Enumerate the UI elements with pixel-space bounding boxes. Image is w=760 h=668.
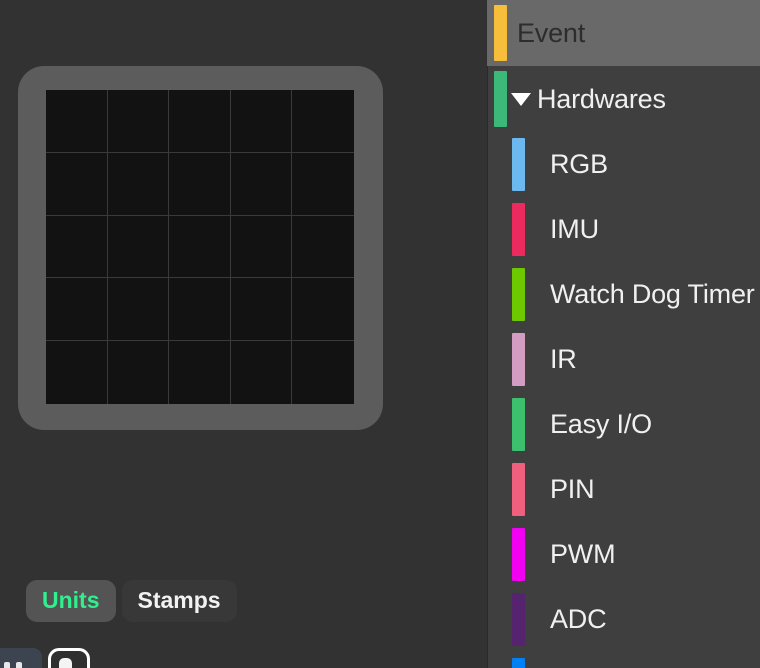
component-tree-list: Event Hardwares RGB IMU Watch Dog Timer IR Eas…: [487, 0, 760, 668]
unit-grid-cell[interactable]: [46, 341, 108, 404]
unit-grid[interactable]: [46, 90, 354, 404]
unit-grid-cell[interactable]: [292, 90, 354, 153]
unit-grid-cell[interactable]: [230, 90, 293, 153]
tree-item-label: Easy I/O: [550, 409, 652, 439]
unit-grid-cell[interactable]: [230, 278, 293, 342]
unit-grid-cell[interactable]: [230, 215, 293, 279]
tree-item-event[interactable]: Event: [487, 0, 760, 66]
tree-item-label: ADC: [550, 604, 607, 634]
tree-item-color-swatch: [512, 463, 525, 516]
tree-item-color-swatch: [512, 203, 525, 256]
tree-item-label: IR: [550, 344, 577, 374]
tree-item-label: Event: [517, 17, 586, 48]
toggle-switch-knob: [59, 658, 72, 668]
tree-item-imu[interactable]: IMU: [487, 197, 760, 262]
unit-grid-cell[interactable]: [46, 278, 108, 342]
unit-grid-cell[interactable]: [292, 341, 354, 404]
tab-stamps[interactable]: Stamps: [121, 580, 237, 622]
tree-item-ir[interactable]: IR: [487, 327, 760, 392]
tree-item-color-swatch: [512, 528, 525, 581]
toggle-switch-icon[interactable]: [48, 648, 90, 668]
unit-grid-cell[interactable]: [292, 278, 354, 342]
app-root: Units Stamps Event Hardwares RGB IMU Watch Do…: [0, 0, 760, 668]
tree-item-watch-dog-timer[interactable]: Watch Dog Timer: [487, 262, 760, 327]
unit-grid-cell[interactable]: [169, 152, 231, 216]
unit-grid-cell[interactable]: [46, 90, 108, 153]
unit-grid-cell[interactable]: [230, 152, 293, 216]
unit-grid-cell[interactable]: [107, 278, 170, 342]
tree-item-label: IMU: [550, 214, 599, 244]
tab-units[interactable]: Units: [26, 580, 116, 622]
tree-item-partial[interactable]: [487, 652, 760, 668]
left-panel: Units Stamps: [0, 0, 487, 668]
unit-grid-frame: [18, 66, 383, 430]
unit-grid-cell[interactable]: [169, 215, 231, 279]
tree-item-color-swatch: [512, 398, 525, 451]
chevron-down-icon[interactable]: [511, 92, 531, 106]
unit-grid-cell[interactable]: [169, 278, 231, 342]
unit-grid-cell[interactable]: [230, 341, 293, 404]
tree-item-label: Hardwares: [537, 83, 666, 114]
tree-item-label: Watch Dog Timer: [550, 279, 755, 309]
unit-grid-cell[interactable]: [292, 215, 354, 279]
pause-card-icon[interactable]: [0, 648, 42, 668]
unit-grid-cell[interactable]: [107, 341, 170, 404]
tree-item-label: RGB: [550, 149, 608, 179]
tree-item-hardwares[interactable]: Hardwares: [487, 66, 760, 132]
tree-item-color-swatch: [494, 71, 507, 127]
tree-item-color-swatch: [512, 593, 525, 646]
tree-item-color-swatch: [512, 268, 525, 321]
tree-item-color-swatch: [512, 658, 525, 668]
panel-tab-bar: Units Stamps: [26, 580, 237, 622]
tree-item-rgb[interactable]: RGB: [487, 132, 760, 197]
unit-grid-cell[interactable]: [169, 341, 231, 404]
component-tree-panel: Event Hardwares RGB IMU Watch Dog Timer IR Eas…: [487, 0, 760, 668]
tree-item-easy-i-o[interactable]: Easy I/O: [487, 392, 760, 457]
unit-grid-cell[interactable]: [107, 152, 170, 216]
tree-item-label: PWM: [550, 539, 616, 569]
tree-item-adc[interactable]: ADC: [487, 587, 760, 652]
bottom-widget-strip: [0, 648, 300, 668]
tree-item-color-swatch: [494, 5, 507, 61]
tree-item-label: PIN: [550, 474, 595, 504]
unit-grid-cell[interactable]: [107, 90, 170, 153]
tree-item-pwm[interactable]: PWM: [487, 522, 760, 587]
tree-item-color-swatch: [512, 138, 525, 191]
unit-grid-cell[interactable]: [107, 215, 170, 279]
tree-item-pin[interactable]: PIN: [487, 457, 760, 522]
unit-grid-cell[interactable]: [46, 215, 108, 279]
unit-grid-cell[interactable]: [46, 152, 108, 216]
unit-grid-cell[interactable]: [169, 90, 231, 153]
tree-item-color-swatch: [512, 333, 525, 386]
unit-grid-cell[interactable]: [292, 152, 354, 216]
